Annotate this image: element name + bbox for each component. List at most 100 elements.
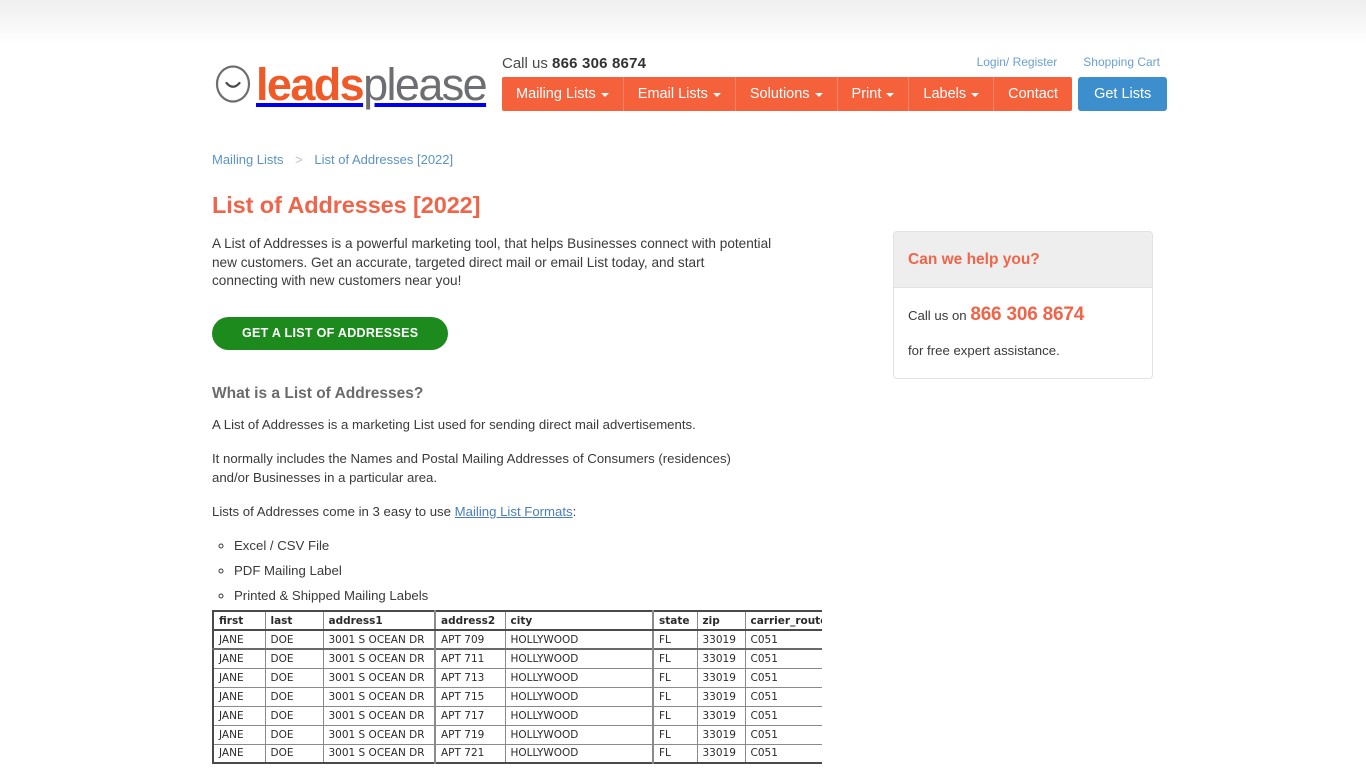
column-header-zip: zip	[696, 610, 746, 631]
nav-item-label: Labels	[923, 86, 967, 102]
cell-last: DOE	[264, 629, 324, 650]
help-box-call-label: Call us on	[908, 308, 967, 323]
cell-address2: APT 715	[434, 686, 506, 707]
table-row: JANE DOE 3001 S OCEAN DR APT 711 HOLLYWO…	[212, 648, 822, 669]
cell-first: JANE	[212, 724, 266, 745]
cell-city: HOLLYWOOD	[504, 667, 654, 688]
breadcrumb-item-current[interactable]: List of Addresses [2022]	[314, 152, 453, 167]
get-a-list-of-addresses-button[interactable]: GET A LIST OF ADDRESSES	[212, 316, 449, 350]
table-row: JANE DOE 3001 S OCEAN DR APT 719 HOLLYWO…	[212, 724, 822, 745]
mailing-list-formats-link[interactable]: Mailing List Formats	[455, 504, 573, 519]
call-us-number: 866 306 8674	[552, 55, 647, 72]
table-row: JANE DOE 3001 S OCEAN DR APT 717 HOLLYWO…	[212, 705, 822, 726]
cell-state: FL	[652, 743, 698, 764]
help-box-body: Call us on 866 306 8674 for free expert …	[894, 288, 1152, 378]
cell-last: DOE	[264, 743, 324, 764]
chevron-down-icon	[814, 93, 823, 97]
cell-zip: 33019	[696, 648, 746, 669]
chevron-down-icon	[886, 93, 895, 97]
table-body: JANE DOE 3001 S OCEAN DR APT 709 HOLLYWO…	[212, 629, 822, 764]
cell-address1: 3001 S OCEAN DR	[322, 705, 436, 726]
table-row: JANE DOE 3001 S OCEAN DR APT 709 HOLLYWO…	[212, 629, 822, 650]
main-column: List of Addresses [2022] A List of Addre…	[212, 192, 782, 612]
site-logo[interactable]: leadsplease	[212, 58, 488, 110]
cell-address1: 3001 S OCEAN DR	[322, 724, 436, 745]
list-item: Printed & Shipped Mailing Labels	[234, 587, 782, 605]
intro-paragraph: A List of Addresses is a powerful market…	[212, 236, 772, 289]
column-header-address1: address1	[322, 610, 436, 631]
breadcrumb-separator: >	[295, 152, 303, 167]
page-root: leadsplease Call us 866 306 8674 Login/ …	[0, 0, 1366, 768]
nav-item-solutions[interactable]: Solutions	[736, 77, 838, 111]
cell-first: JANE	[212, 667, 266, 688]
cell-state: FL	[652, 667, 698, 688]
sample-data-table-image: first last address1 address2 city state …	[212, 610, 822, 768]
column-header-address2: address2	[434, 610, 506, 631]
cell-last: DOE	[264, 705, 324, 726]
cell-first: JANE	[212, 705, 266, 726]
cell-address1: 3001 S OCEAN DR	[322, 686, 436, 707]
shopping-cart-link[interactable]: Shopping Cart	[1083, 55, 1160, 69]
column-header-first: first	[212, 610, 266, 631]
nav-item-mailing-lists[interactable]: Mailing Lists	[502, 77, 624, 111]
cell-zip: 33019	[696, 686, 746, 707]
cell-address2: APT 721	[434, 743, 506, 764]
cell-last: DOE	[264, 667, 324, 688]
chevron-down-icon	[712, 93, 721, 97]
login-register-link[interactable]: Login/ Register	[977, 55, 1058, 69]
nav-item-email-lists[interactable]: Email Lists	[624, 77, 736, 111]
breadcrumb-item-mailing-lists[interactable]: Mailing Lists	[212, 152, 284, 167]
nav-item-label: Contact	[1008, 86, 1059, 102]
cell-city: HOLLYWOOD	[504, 743, 654, 764]
cell-carrier-route: C051	[744, 667, 822, 688]
nav-item-label: Email Lists	[637, 86, 708, 102]
cell-carrier-route: C051	[744, 648, 822, 669]
nav-item-label: Mailing Lists	[516, 86, 596, 102]
main-navigation: Mailing Lists Email Lists Solutions Prin…	[502, 77, 1168, 111]
cell-address2: APT 711	[434, 648, 506, 669]
nav-item-print[interactable]: Print	[838, 77, 910, 111]
list-item: Excel / CSV File	[234, 537, 782, 555]
logo-text-leads: leads	[256, 58, 365, 110]
help-box: Can we help you? Call us on 866 306 8674…	[893, 231, 1153, 379]
cell-carrier-route: C051	[744, 743, 822, 764]
breadcrumb: Mailing Lists > List of Addresses [2022]	[212, 152, 453, 167]
nav-items-group: Mailing Lists Email Lists Solutions Prin…	[502, 77, 1073, 111]
page-title: List of Addresses [2022]	[212, 192, 481, 218]
chevron-down-icon	[600, 93, 609, 97]
help-box-phone-number: 866 306 8674	[970, 304, 1085, 325]
cell-address2: APT 709	[434, 629, 506, 650]
cell-city: HOLLYWOOD	[504, 648, 654, 669]
cell-last: DOE	[264, 724, 324, 745]
column-header-carrier-route: carrier_route	[744, 610, 822, 631]
cell-city: HOLLYWOOD	[504, 629, 654, 650]
cell-city: HOLLYWOOD	[504, 705, 654, 726]
call-us-label: Call us	[502, 55, 548, 72]
column-header-last: last	[264, 610, 324, 631]
cell-last: DOE	[264, 648, 324, 669]
help-box-header: Can we help you?	[894, 232, 1152, 288]
cell-first: JANE	[212, 686, 266, 707]
paragraph-3-suffix: :	[572, 504, 577, 519]
table-row: JANE DOE 3001 S OCEAN DR APT 715 HOLLYWO…	[212, 686, 822, 707]
cell-city: HOLLYWOOD	[504, 724, 654, 745]
cell-address1: 3001 S OCEAN DR	[322, 667, 436, 688]
table-header: first last address1 address2 city state …	[212, 610, 822, 631]
cell-first: JANE	[212, 648, 266, 669]
cell-zip: 33019	[696, 743, 746, 764]
cell-state: FL	[652, 686, 698, 707]
nav-item-labels[interactable]: Labels	[909, 77, 995, 111]
table-row: JANE DOE 3001 S OCEAN DR APT 721 HOLLYWO…	[212, 743, 822, 764]
cell-zip: 33019	[696, 629, 746, 650]
column-header-city: city	[504, 610, 654, 631]
cell-address1: 3001 S OCEAN DR	[322, 743, 436, 764]
nav-item-contact[interactable]: Contact	[994, 77, 1072, 111]
cell-carrier-route: C051	[744, 686, 822, 707]
section-heading-what-is: What is a List of Addresses?	[212, 384, 424, 402]
get-lists-button[interactable]: Get Lists	[1078, 77, 1168, 111]
body-paragraph-2: It normally includes the Names and Posta…	[212, 451, 731, 485]
cell-address2: APT 719	[434, 724, 506, 745]
smiley-face-icon	[212, 63, 254, 105]
table-row: JANE DOE 3001 S OCEAN DR APT 713 HOLLYWO…	[212, 667, 822, 688]
cell-address2: APT 717	[434, 705, 506, 726]
